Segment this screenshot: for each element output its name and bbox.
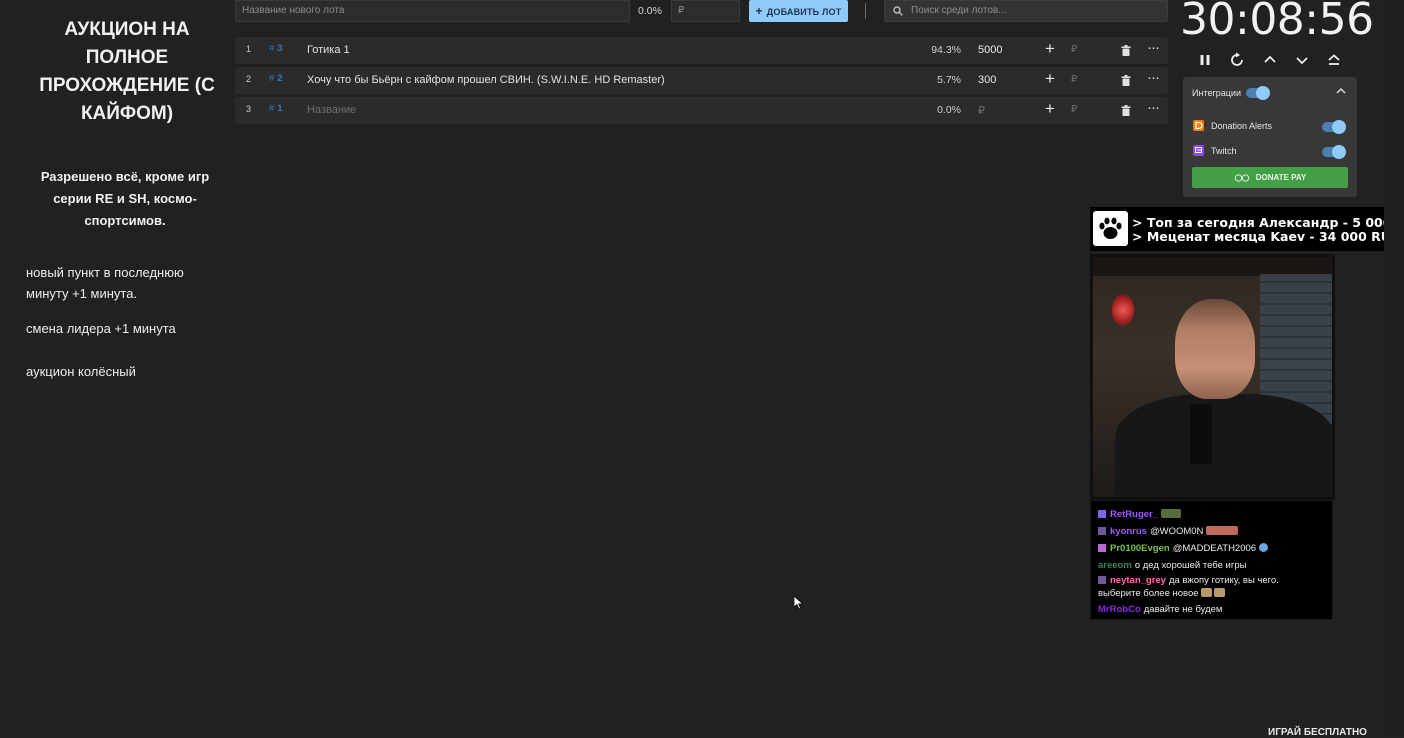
- delete-icon[interactable]: [1121, 105, 1131, 116]
- lot-row: 2 #2 Хочу что бы Бьёрн с кайфом прошел С…: [235, 67, 1168, 94]
- lot-percent: 94.3%: [931, 44, 961, 56]
- twitch-toggle[interactable]: [1322, 145, 1346, 159]
- add-amount-button[interactable]: +: [1045, 70, 1055, 88]
- sword-badge-icon: [1098, 576, 1106, 584]
- lot-amount-input[interactable]: ₽: [978, 104, 985, 117]
- lot-percent: 5.7%: [937, 74, 961, 86]
- pause-icon[interactable]: [1197, 52, 1213, 68]
- lot-id: #3: [269, 43, 283, 54]
- lot-id: #2: [269, 73, 283, 84]
- restart-icon[interactable]: [1229, 52, 1245, 68]
- emote-icon: [1161, 509, 1182, 518]
- lot-id: #1: [269, 103, 283, 114]
- chat-message: neytan_grey да вжопу готику, вы чего.: [1098, 575, 1279, 586]
- overlay-patron-month: > Меценат месяца Kaev - 34 000 RUB: [1132, 229, 1401, 244]
- add-amount-input[interactable]: ₽: [1071, 104, 1077, 115]
- collapse-chevron-icon[interactable]: [1336, 87, 1346, 95]
- chevron-up-icon[interactable]: [1262, 52, 1278, 68]
- lot-index: 1: [246, 44, 252, 54]
- chat-message: RetRuger_: [1098, 509, 1182, 520]
- emote-icon: [1214, 588, 1226, 597]
- emote-icon: [1201, 588, 1213, 597]
- timer-display: 30:08:56: [1180, 0, 1374, 45]
- integrations-panel: Интеграции Donation Alerts Twitch DONATE…: [1183, 77, 1357, 197]
- auction-rules-text: Разрешено всё, кроме игр серии RE и SH, …: [40, 169, 210, 228]
- emote-icon: [1258, 543, 1268, 552]
- webcam-feed: [1090, 254, 1335, 500]
- add-amount-button[interactable]: +: [1045, 100, 1055, 118]
- auction-title: АУКЦИОН НА ПОЛНОЕ ПРОХОЖДЕНИЕ (С КАЙФОМ): [39, 19, 215, 124]
- chat-message: MrRobCo давайте не будем: [1098, 604, 1223, 615]
- toolbar-divider: [865, 3, 866, 19]
- add-lot-label: ДОБАВИТЬ ЛОТ: [766, 7, 842, 17]
- chat-message: kyonrus @WOOM0N: [1098, 526, 1239, 537]
- donation-alerts-toggle[interactable]: [1322, 120, 1346, 134]
- lot-amount-input[interactable]: 300: [978, 74, 996, 86]
- more-options-icon[interactable]: ···: [1147, 99, 1160, 116]
- lot-row: 3 #1 Название 0.0% ₽ + ₽ ···: [235, 97, 1168, 124]
- plus-icon: +: [755, 4, 763, 18]
- rule-note-leader-change: смена лидера +1 минута: [26, 321, 176, 336]
- lot-index: 2: [246, 74, 252, 84]
- sword-badge-icon: [1098, 527, 1106, 535]
- add-amount-input[interactable]: ₽: [1071, 74, 1077, 85]
- delete-icon[interactable]: [1121, 45, 1131, 56]
- lot-amount-input[interactable]: 5000: [978, 44, 1002, 56]
- overlay-top-today: > Топ за сегодня Александр - 5 000 RU: [1132, 215, 1404, 230]
- sub-badge-icon: [1098, 510, 1106, 518]
- lot-row: 1 #3 Готика 1 94.3% 5000 + ₽ ···: [235, 37, 1168, 64]
- rule-note-new-item: новый пункт в последнюю минуту +1 минута…: [26, 265, 184, 301]
- new-lot-amount-input[interactable]: ₽: [671, 0, 740, 22]
- chevron-down-icon[interactable]: [1294, 52, 1310, 68]
- chat-message: areeom о дед хорошей тебе игры: [1098, 560, 1247, 571]
- mouse-cursor-icon: [794, 596, 804, 610]
- integrations-toggle[interactable]: [1246, 86, 1270, 100]
- chat-message: Pr0100Evgen @MADDEATH2006: [1098, 543, 1268, 554]
- twitch-icon: [1193, 145, 1204, 156]
- lot-name-input[interactable]: Хочу что бы Бьёрн с кайфом прошел СВИН. …: [307, 74, 665, 86]
- chat-message-continued: выберите более новое: [1098, 588, 1226, 599]
- donate-pay-button[interactable]: DONATE PAY: [1192, 167, 1348, 188]
- emote-icon: [1206, 526, 1239, 535]
- search-input[interactable]: Поиск среди лотов...: [884, 0, 1168, 22]
- donation-alerts-icon: [1193, 120, 1204, 131]
- sub-badge-icon: [1098, 544, 1106, 552]
- chevron-double-up-icon[interactable]: [1326, 52, 1342, 68]
- donation-overlay-banner: > Топ за сегодня Александр - 5 000 RU > …: [1090, 207, 1404, 251]
- new-lot-name-input[interactable]: Название нового лота: [235, 0, 630, 22]
- lot-percent: 0.0%: [937, 104, 961, 116]
- integrations-label: Интеграции: [1192, 88, 1241, 98]
- auction-rules-panel: АУКЦИОН НА ПОЛНОЕ ПРОХОЖДЕНИЕ (С КАЙФОМ)…: [0, 0, 232, 734]
- bottom-banner-text: ИГРАЙ БЕСПЛАТНО: [1268, 727, 1367, 738]
- more-options-icon[interactable]: ···: [1147, 39, 1160, 56]
- donate-pay-icon: [1234, 174, 1250, 182]
- donation-alerts-label: Donation Alerts: [1211, 121, 1273, 131]
- lot-name-input[interactable]: Готика 1: [307, 44, 350, 56]
- chat-overlay: RetRuger_ kyonrus @WOOM0N Pr0100Evgen @MAD…: [1090, 500, 1333, 620]
- right-edge-strip: [1384, 0, 1404, 734]
- search-icon: [893, 6, 903, 16]
- more-options-icon[interactable]: ···: [1147, 69, 1160, 86]
- donate-pay-label: DONATE PAY: [1255, 173, 1307, 182]
- twitch-label: Twitch: [1211, 146, 1237, 156]
- paw-icon: [1093, 211, 1128, 246]
- lot-index: 3: [246, 104, 252, 114]
- search-placeholder: Поиск среди лотов...: [911, 5, 1007, 16]
- new-lot-percent: 0.0%: [638, 5, 662, 17]
- delete-icon[interactable]: [1121, 75, 1131, 86]
- add-amount-input[interactable]: ₽: [1071, 44, 1077, 55]
- add-amount-button[interactable]: +: [1045, 40, 1055, 58]
- lot-name-input[interactable]: Название: [307, 104, 356, 116]
- rule-note-wheel: аукцион колёсный: [26, 364, 136, 379]
- add-lot-button[interactable]: + ДОБАВИТЬ ЛОТ: [749, 0, 848, 22]
